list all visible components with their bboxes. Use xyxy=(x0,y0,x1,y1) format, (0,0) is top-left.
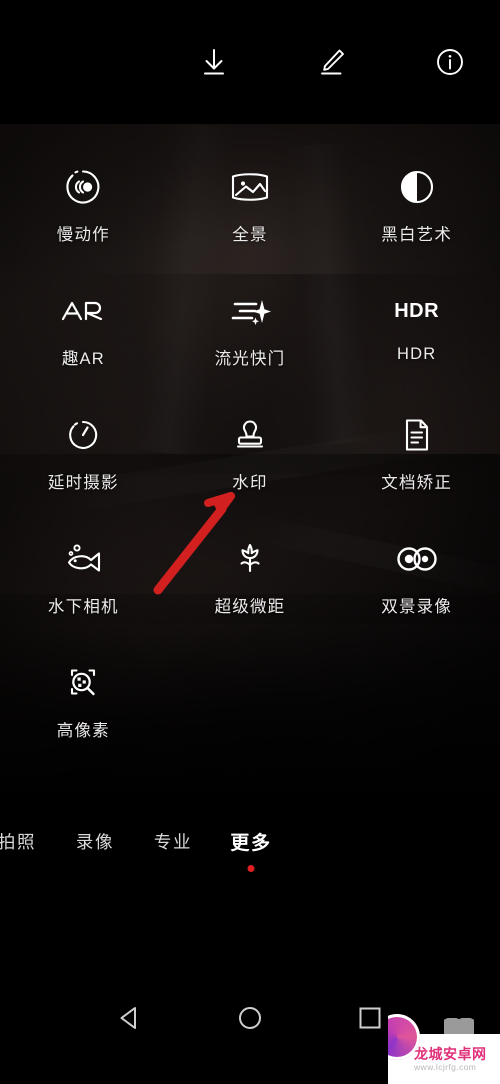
mode-label: 延时摄影 xyxy=(47,474,119,492)
mode-label: 慢动作 xyxy=(56,226,110,244)
tab-video[interactable]: 录像 xyxy=(56,829,134,854)
mode-item-high-resolution[interactable]: 高像素 xyxy=(0,648,167,772)
mode-label: 水下相机 xyxy=(47,598,119,616)
mode-label: 高像素 xyxy=(56,722,110,740)
mode-label: HDR xyxy=(396,345,437,363)
home-button[interactable] xyxy=(224,992,276,1044)
tab-pro[interactable]: 专业 xyxy=(134,829,212,854)
info-icon[interactable] xyxy=(428,40,472,84)
mode-item-ar[interactable]: 趣AR xyxy=(0,276,167,400)
back-button[interactable] xyxy=(104,992,156,1044)
tab-label: 更多 xyxy=(230,832,272,854)
mode-item-document-correction[interactable]: 文档矫正 xyxy=(333,400,500,524)
mode-tab-bar: 拍照 录像 专业 更多 xyxy=(0,793,500,951)
mode-label: 水印 xyxy=(232,474,268,492)
mode-label: 超级微距 xyxy=(214,598,286,616)
more-modes-grid: 慢动作 全景 黑白艺术 趣AR 流光快门 HDR HDR 延时摄影 水印 文档矫… xyxy=(0,124,500,793)
mode-label: 文档矫正 xyxy=(381,474,453,492)
mode-item-underwater-camera[interactable]: 水下相机 xyxy=(0,524,167,648)
monochrome-icon xyxy=(398,164,436,210)
tab-label: 专业 xyxy=(153,831,193,852)
time-lapse-icon xyxy=(64,412,102,458)
watermark-url: www.lcjrfg.com xyxy=(414,1061,477,1072)
high-resolution-icon xyxy=(63,660,103,706)
tab-more[interactable]: 更多 xyxy=(212,828,290,872)
mode-label: 黑白艺术 xyxy=(381,226,453,244)
camera-app-screen: 慢动作 全景 黑白艺术 趣AR 流光快门 HDR HDR 延时摄影 水印 文档矫… xyxy=(0,0,500,1084)
mode-item-light-painting[interactable]: 流光快门 xyxy=(167,276,334,400)
slow-motion-icon xyxy=(63,164,103,210)
super-macro-flower-icon xyxy=(231,536,269,582)
dual-view-icon xyxy=(394,536,440,582)
panorama-icon xyxy=(229,164,271,210)
watermark-decoration xyxy=(444,1018,474,1034)
download-icon[interactable] xyxy=(192,40,236,84)
site-watermark: 龙城安卓网 www.lcjrfg.com xyxy=(388,1010,500,1084)
mode-item-slow-motion[interactable]: 慢动作 xyxy=(0,152,167,276)
mode-label: 双景录像 xyxy=(381,598,453,616)
active-tab-indicator-dot xyxy=(247,864,255,872)
tab-label: 录像 xyxy=(75,831,115,852)
mode-item-monochrome[interactable]: 黑白艺术 xyxy=(333,152,500,276)
tab-photo[interactable]: 拍照 xyxy=(0,829,56,854)
ar-icon xyxy=(60,288,106,334)
light-painting-icon xyxy=(228,288,272,334)
mode-label: 全景 xyxy=(232,226,268,244)
tab-label: 拍照 xyxy=(0,831,37,852)
mode-item-super-macro[interactable]: 超级微距 xyxy=(167,524,334,648)
mode-item-watermark[interactable]: 水印 xyxy=(167,400,334,524)
mode-label: 趣AR xyxy=(61,350,105,368)
underwater-fish-icon xyxy=(61,536,105,582)
mode-item-dual-view-video[interactable]: 双景录像 xyxy=(333,524,500,648)
watermark-stamp-icon xyxy=(231,412,269,458)
watermark-title: 龙城安卓网 xyxy=(414,1045,487,1062)
mode-label: 流光快门 xyxy=(214,350,286,368)
watermark-card: 龙城安卓网 www.lcjrfg.com xyxy=(388,1014,500,1084)
hdr-icon-text: HDR xyxy=(394,300,440,322)
document-correction-icon xyxy=(401,412,433,458)
mode-item-panorama[interactable]: 全景 xyxy=(167,152,334,276)
mode-item-time-lapse[interactable]: 延时摄影 xyxy=(0,400,167,524)
top-toolbar xyxy=(0,0,500,124)
mode-item-hdr[interactable]: HDR HDR xyxy=(333,276,500,400)
hdr-icon: HDR xyxy=(394,288,439,334)
edit-icon[interactable] xyxy=(310,40,354,84)
